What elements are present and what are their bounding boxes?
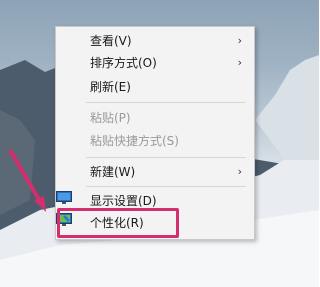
menu-item-paste-label: 粘贴(P) xyxy=(90,111,131,125)
menu-item-view-label: 查看(V) xyxy=(90,34,132,48)
menu-item-paste-shortcut-label: 粘贴快捷方式(S) xyxy=(90,134,179,148)
personalize-highlight-box xyxy=(57,208,179,238)
menu-separator xyxy=(86,186,246,187)
menu-item-refresh[interactable]: 刷新(E) xyxy=(56,77,254,97)
menu-item-view[interactable]: 查看(V) › xyxy=(56,31,254,51)
menu-item-new[interactable]: 新建(W) › xyxy=(56,162,254,182)
menu-item-new-label: 新建(W) xyxy=(90,165,136,179)
menu-item-paste-shortcut[interactable]: 粘贴快捷方式(S) xyxy=(56,131,254,151)
chevron-right-icon: › xyxy=(237,34,242,47)
menu-item-paste[interactable]: 粘贴(P) xyxy=(56,108,254,128)
menu-item-refresh-label: 刷新(E) xyxy=(90,80,131,94)
menu-item-sort-by[interactable]: 排序方式(O) › xyxy=(56,53,254,73)
menu-separator xyxy=(86,102,246,103)
desktop-background: 查看(V) › 排序方式(O) › 刷新(E) 粘贴(P) 粘贴快捷方式(S) … xyxy=(0,0,319,287)
menu-separator xyxy=(86,157,246,158)
display-settings-icon xyxy=(56,191,72,204)
menu-item-sort-by-label: 排序方式(O) xyxy=(90,56,157,70)
chevron-right-icon: › xyxy=(237,56,242,69)
chevron-right-icon: › xyxy=(237,165,242,178)
